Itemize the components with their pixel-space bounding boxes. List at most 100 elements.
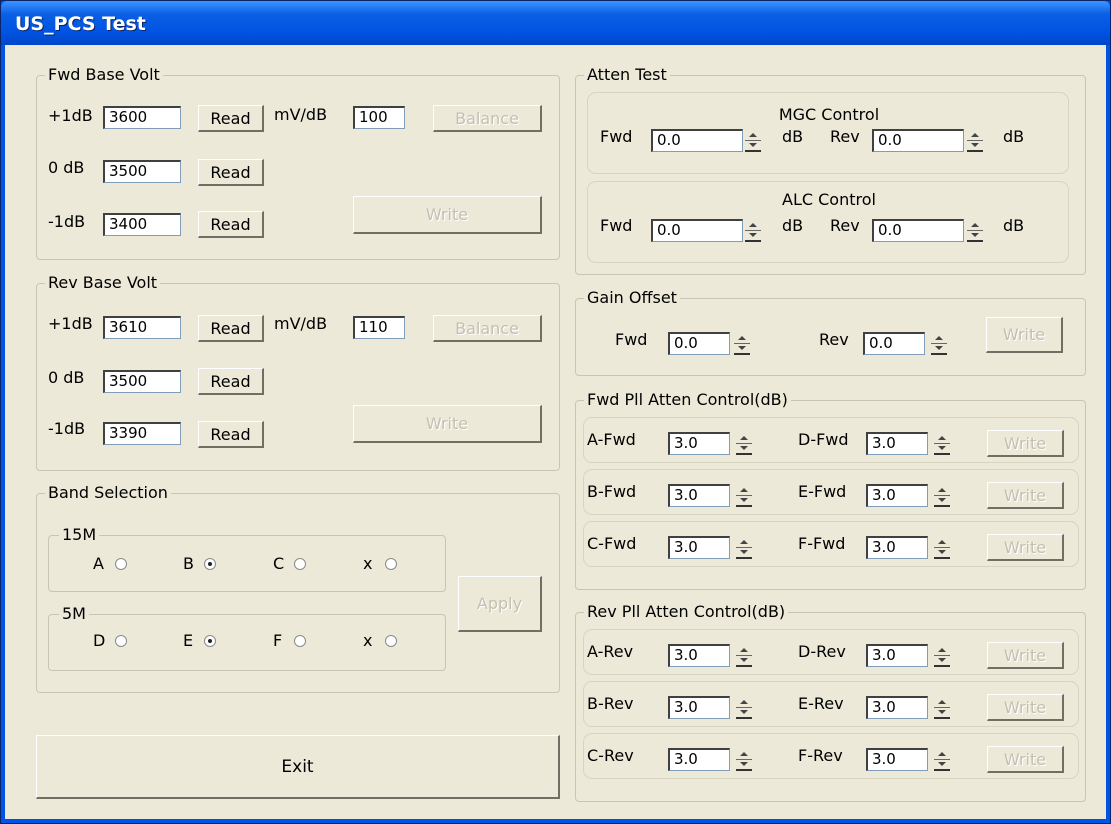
apply-button[interactable]: Apply <box>458 576 542 632</box>
title-bar[interactable]: US_PCS Test <box>1 1 1110 45</box>
band-b-radio[interactable] <box>204 558 216 570</box>
spin-up-icon[interactable] <box>736 698 752 707</box>
e-rev-spinner[interactable] <box>934 696 950 719</box>
spin-down-icon[interactable] <box>934 760 950 769</box>
spin-up-icon[interactable] <box>934 646 950 655</box>
alc-rev-input[interactable]: 0.0 <box>872 219 964 242</box>
fwd-mv-per-db-input[interactable]: 100 <box>353 106 405 129</box>
spin-up-icon[interactable] <box>967 221 983 230</box>
e-rev-input[interactable]: 3.0 <box>866 696 928 719</box>
band-d-radio[interactable] <box>115 635 127 647</box>
d-rev-spinner[interactable] <box>934 644 950 667</box>
e-fwd-spinner[interactable] <box>934 484 950 507</box>
band-a-radio[interactable] <box>115 558 127 570</box>
e-fwd-input[interactable]: 3.0 <box>866 484 928 507</box>
spin-up-icon[interactable] <box>736 486 752 495</box>
spin-up-icon[interactable] <box>736 646 752 655</box>
f-fwd-input[interactable]: 3.0 <box>866 536 928 559</box>
f-rev-input[interactable]: 3.0 <box>866 748 928 771</box>
spin-down-icon[interactable] <box>745 141 761 150</box>
gain-offset-rev-input[interactable]: 0.0 <box>863 332 925 355</box>
band-f-radio[interactable] <box>294 635 306 647</box>
c-rev-spinner[interactable] <box>736 748 752 771</box>
fwd-pll-write-button[interactable]: Write <box>987 430 1064 457</box>
alc-rev-spinner[interactable] <box>967 219 983 242</box>
rev-balance-button[interactable]: Balance <box>433 315 542 342</box>
spin-down-icon[interactable] <box>734 344 750 353</box>
rev-minus1db-input[interactable]: 3390 <box>103 422 181 445</box>
c-fwd-input[interactable]: 3.0 <box>668 536 730 559</box>
spin-up-icon[interactable] <box>934 750 950 759</box>
spin-up-icon[interactable] <box>931 334 947 343</box>
spin-up-icon[interactable] <box>736 538 752 547</box>
f-fwd-spinner[interactable] <box>934 536 950 559</box>
spin-up-icon[interactable] <box>934 698 950 707</box>
rev-minus1db-read-button[interactable]: Read <box>198 421 264 448</box>
b-rev-input[interactable]: 3.0 <box>668 696 730 719</box>
spin-down-icon[interactable] <box>736 708 752 717</box>
spin-down-icon[interactable] <box>967 231 983 240</box>
spin-down-icon[interactable] <box>934 656 950 665</box>
d-fwd-spinner[interactable] <box>934 432 950 455</box>
a-rev-spinner[interactable] <box>736 644 752 667</box>
band-c-radio[interactable] <box>294 558 306 570</box>
b-fwd-input[interactable]: 3.0 <box>668 484 730 507</box>
rev-0db-input[interactable]: 3500 <box>103 370 181 393</box>
rev-0db-read-button[interactable]: Read <box>198 368 264 395</box>
spin-down-icon[interactable] <box>736 548 752 557</box>
fwd-minus1db-input[interactable]: 3400 <box>103 213 181 236</box>
spin-down-icon[interactable] <box>934 708 950 717</box>
fwd-pll-write-button[interactable]: Write <box>987 482 1064 509</box>
rev-pll-write-button[interactable]: Write <box>987 694 1064 721</box>
gain-offset-fwd-input[interactable]: 0.0 <box>668 332 730 355</box>
spin-down-icon[interactable] <box>931 344 947 353</box>
spin-up-icon[interactable] <box>745 131 761 140</box>
a-fwd-input[interactable]: 3.0 <box>668 432 730 455</box>
spin-down-icon[interactable] <box>736 760 752 769</box>
spin-up-icon[interactable] <box>734 334 750 343</box>
rev-pll-write-button[interactable]: Write <box>987 642 1064 669</box>
spin-down-icon[interactable] <box>736 496 752 505</box>
gain-offset-fwd-spinner[interactable] <box>734 332 750 355</box>
a-fwd-spinner[interactable] <box>736 432 752 455</box>
spin-down-icon[interactable] <box>934 548 950 557</box>
rev-plus1db-input[interactable]: 3610 <box>103 316 181 339</box>
spin-up-icon[interactable] <box>745 221 761 230</box>
band-e-radio[interactable] <box>204 635 216 647</box>
gain-offset-write-button[interactable]: Write <box>986 317 1063 353</box>
band-5m-x-radio[interactable] <box>385 635 397 647</box>
d-fwd-input[interactable]: 3.0 <box>866 432 928 455</box>
exit-button[interactable]: Exit <box>36 735 560 799</box>
spin-down-icon[interactable] <box>934 444 950 453</box>
spin-up-icon[interactable] <box>967 131 983 140</box>
rev-pll-write-button[interactable]: Write <box>987 746 1064 773</box>
c-rev-input[interactable]: 3.0 <box>668 748 730 771</box>
spin-down-icon[interactable] <box>736 656 752 665</box>
band-15m-x-radio[interactable] <box>385 558 397 570</box>
b-rev-spinner[interactable] <box>736 696 752 719</box>
fwd-minus1db-read-button[interactable]: Read <box>198 211 264 238</box>
mgc-rev-spinner[interactable] <box>967 129 983 152</box>
spin-down-icon[interactable] <box>967 141 983 150</box>
b-fwd-spinner[interactable] <box>736 484 752 507</box>
rev-mv-per-db-input[interactable]: 110 <box>353 316 405 339</box>
mgc-rev-input[interactable]: 0.0 <box>872 129 964 152</box>
alc-fwd-input[interactable]: 0.0 <box>651 219 743 242</box>
spin-down-icon[interactable] <box>745 231 761 240</box>
a-rev-input[interactable]: 3.0 <box>668 644 730 667</box>
spin-down-icon[interactable] <box>934 496 950 505</box>
spin-down-icon[interactable] <box>736 444 752 453</box>
fwd-0db-input[interactable]: 3500 <box>103 160 181 183</box>
alc-fwd-spinner[interactable] <box>745 219 761 242</box>
spin-up-icon[interactable] <box>736 434 752 443</box>
fwd-0db-read-button[interactable]: Read <box>198 159 264 186</box>
rev-plus1db-read-button[interactable]: Read <box>198 315 264 342</box>
spin-up-icon[interactable] <box>934 434 950 443</box>
f-rev-spinner[interactable] <box>934 748 950 771</box>
spin-up-icon[interactable] <box>934 486 950 495</box>
c-fwd-spinner[interactable] <box>736 536 752 559</box>
rev-write-button[interactable]: Write <box>353 405 542 443</box>
fwd-pll-write-button[interactable]: Write <box>987 534 1064 561</box>
spin-up-icon[interactable] <box>934 538 950 547</box>
mgc-fwd-input[interactable]: 0.0 <box>651 129 743 152</box>
